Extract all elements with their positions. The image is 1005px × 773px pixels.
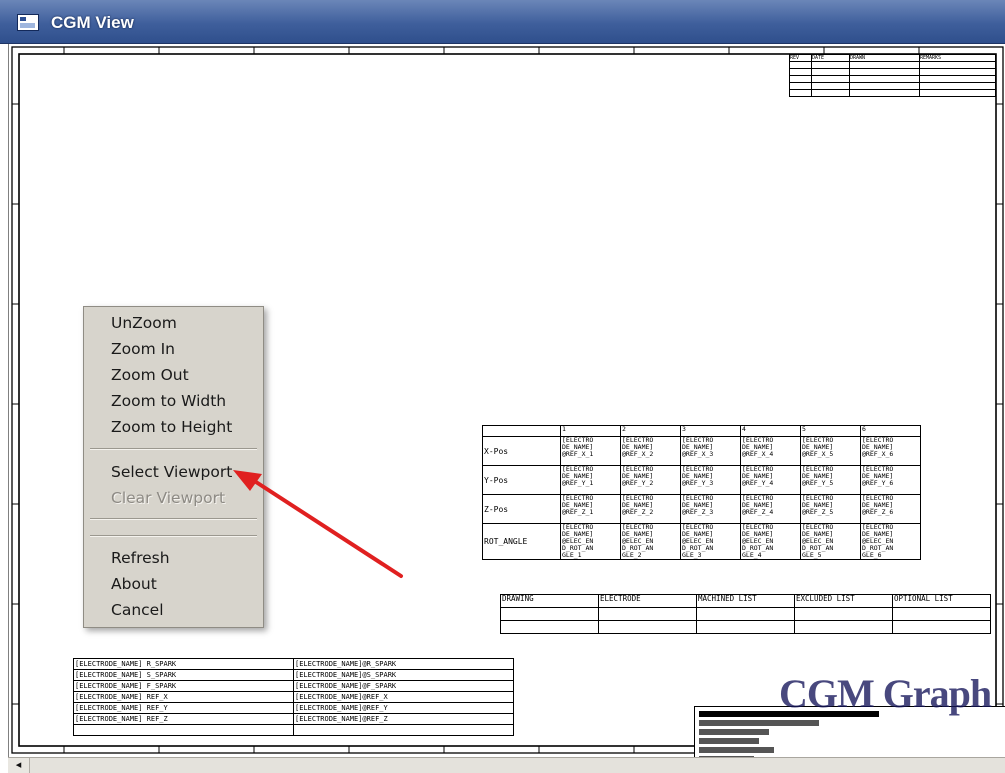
table-cell: [ELECTRO DE_NAME] @REF_Y_6 [860, 465, 921, 495]
menu-item-clear-viewport: Clear Viewport [111, 489, 226, 507]
table-cell: [ELECTRODE_NAME]@REF_X [293, 691, 514, 703]
column-header: 1 [560, 425, 621, 437]
table-cell: [ELECTRO DE_NAME] @REF_X_2 [620, 436, 681, 466]
table-cell: [ELECTRO DE_NAME] @REF_Y_2 [620, 465, 681, 495]
column-header: 5 [800, 425, 861, 437]
table-cell: [ELECTRO DE_NAME] @REF_Z_2 [620, 494, 681, 524]
table-cell: [ELECTRO DE_NAME] @REF_Z_6 [860, 494, 921, 524]
table-cell: [ELECTRO DE_NAME] @REF_Z_1 [560, 494, 621, 524]
table-cell: [ELECTRODE_NAME]@R_SPARK [293, 658, 514, 670]
table-cell: [ELECTRO DE_NAME] @REF_Z_3 [680, 494, 741, 524]
scroll-left-arrow-icon[interactable]: ◂ [8, 758, 30, 773]
menu-item-refresh[interactable]: Refresh [111, 549, 170, 567]
table-row: [ELECTRODE_NAME] REF_Y [ELECTRODE_NAME]@… [73, 702, 514, 714]
menu-separator [90, 535, 257, 537]
menu-item-cancel[interactable]: Cancel [111, 601, 164, 619]
table-row: [ELECTRODE_NAME] F_SPARK [ELECTRODE_NAME… [73, 680, 514, 692]
menu-separator [90, 448, 257, 450]
drawing-list-table: DRAWING ELECTRODE MACHINED LIST EXCLUDED… [500, 594, 991, 634]
table-row: X-Pos [ELECTRO DE_NAME] @REF_X_1 [ELECTR… [482, 436, 921, 466]
table-cell: [ELECTRO DE_NAME] @REF_Y_1 [560, 465, 621, 495]
table-cell: [ELECTRODE_NAME] R_SPARK [73, 658, 294, 670]
menu-item-zoom-out[interactable]: Zoom Out [111, 366, 189, 384]
window-title: CGM View [51, 13, 134, 32]
menu-item-zoom-in[interactable]: Zoom In [111, 340, 175, 358]
row-label: ROT_ANGLE [482, 523, 561, 560]
table-cell: [ELECTRO DE_NAME] @REF_Y_5 [800, 465, 861, 495]
rev-header: REV [789, 54, 812, 62]
table-cell: [ELECTRODE_NAME]@REF_Z [293, 713, 514, 725]
context-menu: UnZoom Zoom In Zoom Out Zoom to Width Zo… [83, 306, 264, 628]
table-cell: [ELECTRO DE_NAME] @REF_X_3 [680, 436, 741, 466]
column-header: 6 [860, 425, 921, 437]
menu-item-select-viewport[interactable]: Select Viewport [111, 463, 232, 481]
table-row: [ELECTRODE_NAME] R_SPARK [ELECTRODE_NAME… [73, 658, 514, 670]
revision-table: REV DATE DRAWN REMARKS [789, 54, 996, 97]
row-label: Z-Pos [482, 494, 561, 524]
table-cell: [ELECTRODE_NAME]@REF_Y [293, 702, 514, 714]
machined-list-header: MACHINED LIST [696, 594, 795, 608]
menu-separator [90, 518, 257, 520]
drawn-header: DRAWN [849, 54, 920, 62]
table-cell: [ELECTRO DE_NAME] @REF_Z_4 [740, 494, 801, 524]
table-cell: [ELECTRO DE_NAME] @ELEC_EN D_ROT_AN GLE_… [740, 523, 801, 560]
table-cell: [ELECTRODE_NAME]@F_SPARK [293, 680, 514, 692]
column-header: 3 [680, 425, 741, 437]
table-cell: [ELECTRO DE_NAME] @REF_Y_4 [740, 465, 801, 495]
app-window-icon [17, 14, 39, 31]
table-cell: [ELECTRO DE_NAME] @ELEC_EN D_ROT_AN GLE_… [560, 523, 621, 560]
table-cell: [ELECTRO DE_NAME] @REF_Y_3 [680, 465, 741, 495]
table-row: [ELECTRODE_NAME] S_SPARK [ELECTRODE_NAME… [73, 669, 514, 681]
electrode-header: ELECTRODE [598, 594, 697, 608]
optional-list-header: OPTIONAL LIST [892, 594, 991, 608]
row-label: X-Pos [482, 436, 561, 466]
electrode-spark-table: [ELECTRODE_NAME] R_SPARK [ELECTRODE_NAME… [73, 658, 514, 736]
remarks-header: REMARKS [919, 54, 996, 62]
drawing-header: DRAWING [500, 594, 599, 608]
table-cell: [ELECTRODE_NAME] REF_X [73, 691, 294, 703]
table-cell: [ELECTRO DE_NAME] @REF_Z_5 [800, 494, 861, 524]
table-row: Z-Pos [ELECTRO DE_NAME] @REF_Z_1 [ELECTR… [482, 494, 921, 524]
table-cell: [ELECTRODE_NAME] REF_Z [73, 713, 294, 725]
table-row: ROT_ANGLE [ELECTRO DE_NAME] @ELEC_EN D_R… [482, 523, 921, 560]
table-cell: [ELECTRODE_NAME] F_SPARK [73, 680, 294, 692]
table-row: [ELECTRODE_NAME] REF_X [ELECTRODE_NAME]@… [73, 691, 514, 703]
row-label: Y-Pos [482, 465, 561, 495]
date-header: DATE [811, 54, 850, 62]
cgm-graph-watermark: CGM Graph [779, 671, 992, 716]
table-cell: [ELECTRO DE_NAME] @REF_X_4 [740, 436, 801, 466]
table-cell: [ELECTRO DE_NAME] @ELEC_EN D_ROT_AN GLE_… [680, 523, 741, 560]
column-header: 4 [740, 425, 801, 437]
menu-item-about[interactable]: About [111, 575, 157, 593]
table-row: [ELECTRODE_NAME] REF_Z [ELECTRODE_NAME]@… [73, 713, 514, 725]
column-header: 2 [620, 425, 681, 437]
excluded-list-header: EXCLUDED LIST [794, 594, 893, 608]
table-cell: [ELECTRO DE_NAME] @REF_X_6 [860, 436, 921, 466]
table-cell: [ELECTRO DE_NAME] @REF_X_1 [560, 436, 621, 466]
table-cell: [ELECTRODE_NAME] S_SPARK [73, 669, 294, 681]
table-cell: [ELECTRODE_NAME] REF_Y [73, 702, 294, 714]
table-cell: [ELECTRO DE_NAME] @ELEC_EN D_ROT_AN GLE_… [860, 523, 921, 560]
menu-item-zoom-to-width[interactable]: Zoom to Width [111, 392, 226, 410]
table-cell: [ELECTRODE_NAME]@S_SPARK [293, 669, 514, 681]
horizontal-scrollbar[interactable]: ◂ [8, 757, 1005, 773]
electrode-position-table: 1 2 3 4 5 6 X-Pos [ELECTRO DE_NAME] @REF… [482, 425, 921, 560]
table-cell: [ELECTRO DE_NAME] @ELEC_EN D_ROT_AN GLE_… [800, 523, 861, 560]
table-row: Y-Pos [ELECTRO DE_NAME] @REF_Y_1 [ELECTR… [482, 465, 921, 495]
table-cell: [ELECTRO DE_NAME] @ELEC_EN D_ROT_AN GLE_… [620, 523, 681, 560]
table-cell: [ELECTRO DE_NAME] @REF_X_5 [800, 436, 861, 466]
menu-item-zoom-to-height[interactable]: Zoom to Height [111, 418, 232, 436]
title-bar[interactable]: CGM View [0, 0, 1005, 44]
menu-item-unzoom[interactable]: UnZoom [111, 314, 177, 332]
